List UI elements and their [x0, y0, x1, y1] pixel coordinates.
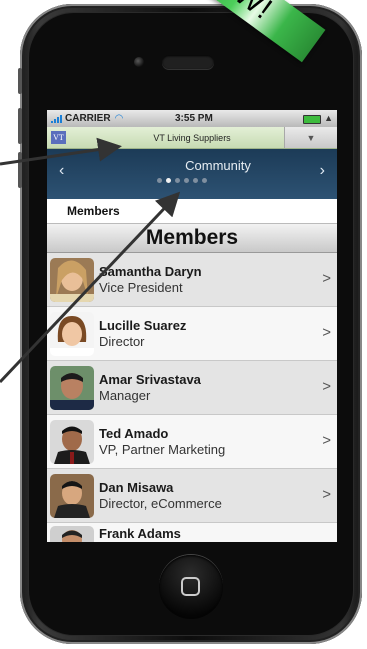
member-name: Frank Adams	[99, 526, 181, 541]
volume-up-button	[18, 108, 22, 144]
wifi-icon: ◠	[114, 113, 124, 124]
member-name: Amar Srivastava	[99, 371, 201, 387]
page-dot[interactable]	[175, 178, 180, 183]
list-item[interactable]: Lucille Suarez Director >	[47, 307, 337, 361]
page-dot[interactable]	[193, 178, 198, 183]
page-dot[interactable]	[184, 178, 189, 183]
list-item[interactable]: Dan Misawa Director, eCommerce >	[47, 469, 337, 523]
volume-down-button	[18, 152, 22, 188]
avatar	[50, 526, 94, 542]
chevron-right-icon[interactable]: ›	[320, 162, 325, 180]
home-square-icon	[181, 577, 200, 596]
app-menu-dropdown[interactable]: ▼	[284, 127, 337, 148]
chevron-right-icon: >	[322, 324, 331, 341]
phone-screen: CARRIER ◠ 3:55 PM ▲ VT VT Living Supplie…	[47, 110, 337, 542]
page-dot[interactable]	[157, 178, 162, 183]
list-item[interactable]: Frank Adams	[47, 523, 337, 542]
signal-icon	[51, 114, 62, 123]
chevron-right-icon: >	[322, 270, 331, 287]
nav-title: Community	[185, 158, 251, 173]
member-title: Director, eCommerce	[99, 495, 222, 511]
triangle-down-icon: ▼	[306, 132, 316, 143]
member-name: Dan Misawa	[99, 479, 174, 495]
location-arrow-icon: ▲	[324, 113, 333, 123]
member-name: Lucille Suarez	[99, 317, 187, 333]
list-item[interactable]: Samantha Daryn Vice President >	[47, 253, 337, 307]
member-title: Director	[99, 333, 145, 349]
carrier-label: CARRIER	[65, 113, 111, 124]
chevron-right-icon: >	[322, 432, 331, 449]
breadcrumb[interactable]: Members	[47, 199, 337, 223]
front-camera	[134, 57, 144, 67]
battery-icon	[303, 115, 321, 124]
speaker-grille	[162, 55, 214, 69]
home-button[interactable]	[159, 555, 223, 619]
member-title: VP, Partner Marketing	[99, 441, 226, 457]
app-header: VT VT Living Suppliers ▼	[47, 127, 337, 149]
avatar	[50, 419, 94, 464]
chevron-right-icon: >	[322, 486, 331, 503]
page-dot[interactable]	[166, 178, 171, 183]
member-name: Samantha Daryn	[99, 263, 202, 279]
list-item[interactable]: Ted Amado VP, Partner Marketing >	[47, 415, 337, 469]
member-title: Vice President	[99, 279, 183, 295]
members-list: Samantha Daryn Vice President > Lucille …	[47, 253, 337, 542]
avatar	[50, 311, 94, 356]
member-title: Manager	[99, 387, 151, 403]
avatar	[50, 257, 94, 302]
section-title: Members	[47, 223, 337, 253]
chevron-right-icon: >	[322, 378, 331, 395]
page-dot[interactable]	[202, 178, 207, 183]
member-name: Ted Amado	[99, 425, 169, 441]
nav-bar: ‹ Community ›	[47, 149, 337, 199]
avatar	[50, 473, 94, 518]
avatar	[50, 365, 94, 410]
list-item[interactable]: Amar Srivastava Manager >	[47, 361, 337, 415]
page-indicator[interactable]	[157, 178, 207, 183]
status-time: 3:55 PM	[175, 113, 213, 124]
mute-switch	[18, 68, 22, 94]
status-bar: CARRIER ◠ 3:55 PM ▲	[47, 110, 337, 127]
